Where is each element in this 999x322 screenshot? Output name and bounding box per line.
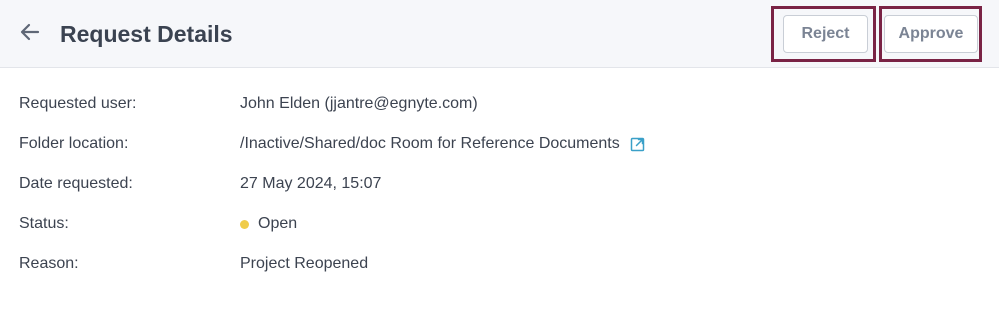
folder-location-label: Folder location: [19,135,129,152]
approve-highlight-box [879,6,982,62]
reason-label: Reason: [19,255,79,272]
date-requested-row: Date requested: 27 May 2024, 15:07 [0,172,999,196]
status-value: Open [258,215,298,232]
reason-row: Reason: Project Reopened [0,252,999,276]
requested-user-row: Requested user: John Elden (jjantre@egny… [0,92,999,116]
date-requested-label: Date requested: [19,175,133,192]
reason-value: Project Reopened [240,255,369,272]
status-label: Status: [19,215,69,232]
arrow-left-icon [20,23,40,46]
status-row: Status: Open [0,212,999,236]
back-button[interactable] [14,19,46,49]
folder-location-value-wrap: /Inactive/Shared/doc Room for Reference … [240,132,645,156]
external-link-icon[interactable] [630,137,645,152]
folder-location-value[interactable]: /Inactive/Shared/doc Room for Reference … [240,132,620,156]
page-header: Request Details Reject Approve [0,0,999,68]
status-value-wrap: Open [240,212,297,236]
folder-location-row: Folder location: /Inactive/Shared/doc Ro… [0,132,999,156]
page-title: Request Details [60,21,233,47]
reject-highlight-box [771,6,876,62]
date-requested-value: 27 May 2024, 15:07 [240,175,382,192]
requested-user-label: Requested user: [19,95,137,112]
status-dot [240,219,249,229]
requested-user-value: John Elden (jjantre@egnyte.com) [240,95,478,112]
